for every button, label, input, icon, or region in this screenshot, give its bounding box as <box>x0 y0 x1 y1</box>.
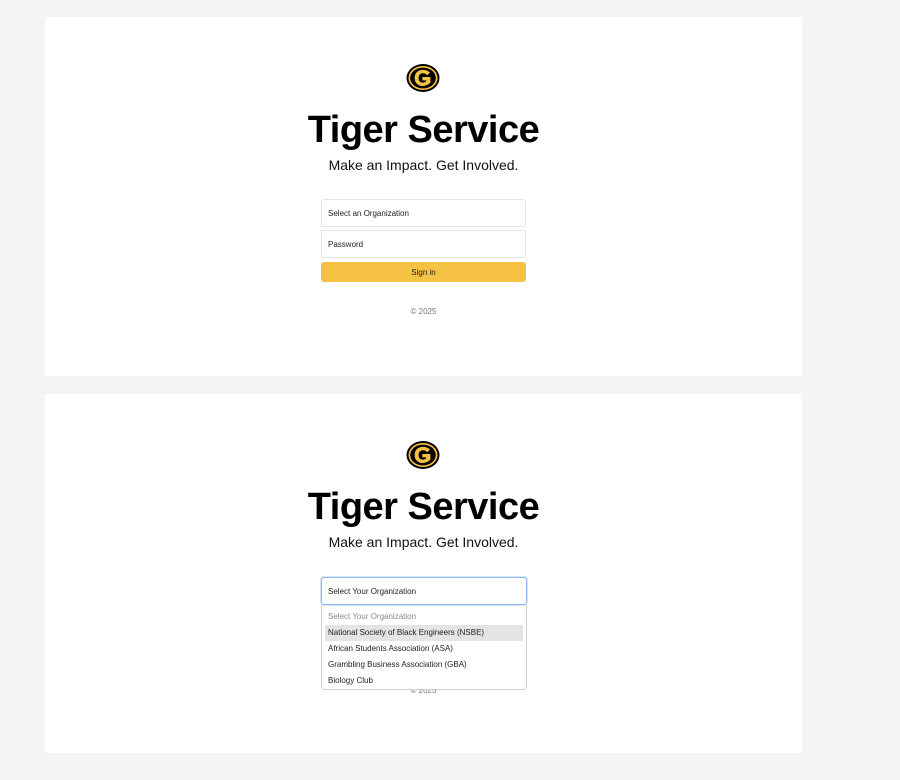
organization-select-open[interactable]: Select Your Organization <box>321 577 527 605</box>
dropdown-option-nsbe[interactable]: National Society of Black Engineers (NSB… <box>325 625 523 641</box>
dropdown-option-gba[interactable]: Grambling Business Association (GBA) <box>325 657 523 673</box>
organization-select-value: Select Your Organization <box>328 586 417 596</box>
password-field[interactable] <box>321 230 526 258</box>
dropdown-option-asa[interactable]: African Students Association (ASA) <box>325 641 523 657</box>
organization-dropdown-list: Select Your Organization National Societ… <box>321 606 527 690</box>
login-panel-dropdown-open: Tiger Service Make an Impact. Get Involv… <box>45 394 802 753</box>
grambling-g-logo-icon <box>406 441 440 469</box>
app-tagline: Make an Impact. Get Involved. <box>328 534 519 550</box>
password-input[interactable] <box>328 239 525 249</box>
app-tagline: Make an Impact. Get Involved. <box>328 157 519 173</box>
app-title: Tiger Service <box>307 486 540 528</box>
copyright-text: © 2025 <box>410 307 437 316</box>
dropdown-option-placeholder: Select Your Organization <box>328 612 417 621</box>
organization-select-label: Select an Organization <box>328 208 409 218</box>
organization-select[interactable]: Select an Organization <box>321 199 526 227</box>
login-panel: Tiger Service Make an Impact. Get Involv… <box>45 17 802 376</box>
app-title: Tiger Service <box>307 109 540 151</box>
grambling-g-logo-icon <box>406 64 440 92</box>
sign-in-button[interactable]: Sign in <box>321 262 526 282</box>
dropdown-option-biology-club[interactable]: Biology Club <box>325 673 523 689</box>
sign-in-label: Sign in <box>411 267 436 277</box>
